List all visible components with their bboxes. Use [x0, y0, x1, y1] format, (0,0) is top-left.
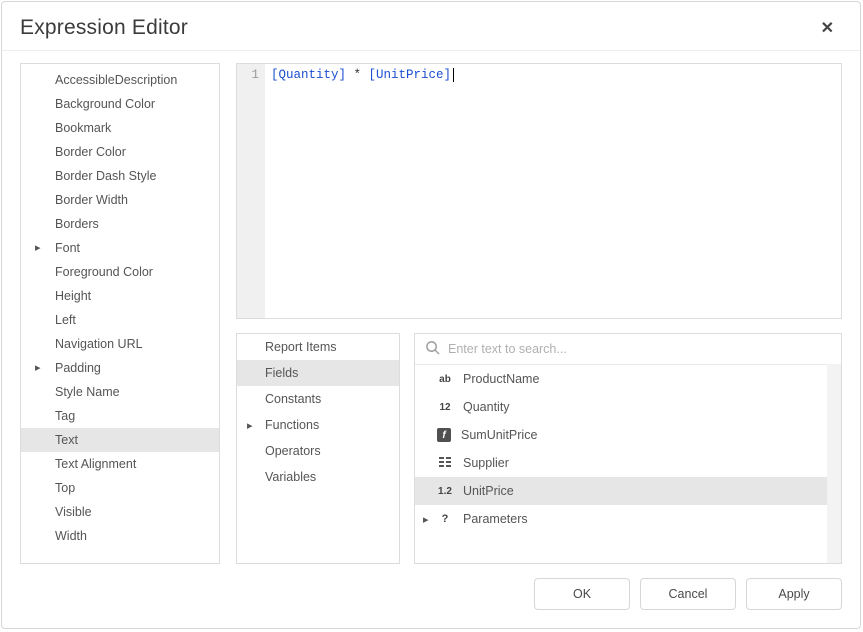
- expression-editor-dialog: Expression Editor ✕ AccessibleDescriptio…: [1, 1, 861, 629]
- property-item[interactable]: Border Color: [21, 140, 219, 164]
- property-item[interactable]: Border Width: [21, 188, 219, 212]
- category-item[interactable]: Variables: [237, 464, 399, 490]
- field-list[interactable]: ab ProductName 12 Quantity f SumUnitPrice Supp…: [415, 365, 841, 563]
- property-item[interactable]: Navigation URL: [21, 332, 219, 356]
- property-item[interactable]: Foreground Color: [21, 260, 219, 284]
- category-item[interactable]: Constants: [237, 386, 399, 412]
- field-label: Parameters: [463, 512, 528, 526]
- ok-button[interactable]: OK: [534, 578, 630, 610]
- property-item[interactable]: Height: [21, 284, 219, 308]
- field-label: Quantity: [463, 400, 510, 414]
- property-item[interactable]: Style Name: [21, 380, 219, 404]
- property-item[interactable]: Left: [21, 308, 219, 332]
- field-label: UnitPrice: [463, 484, 514, 498]
- field-item[interactable]: ? Parameters: [415, 505, 841, 533]
- scrollbar-track[interactable]: [827, 364, 841, 563]
- category-item[interactable]: Fields: [237, 360, 399, 386]
- property-item[interactable]: Background Color: [21, 92, 219, 116]
- code-area[interactable]: [Quantity] * [UnitPrice]: [265, 64, 841, 318]
- search-icon: [425, 340, 440, 358]
- token-field: [UnitPrice]: [369, 68, 452, 82]
- fields-panel: ab ProductName 12 Quantity f SumUnitPrice Supp…: [414, 333, 842, 564]
- dialog-title: Expression Editor: [20, 16, 188, 40]
- apply-button[interactable]: Apply: [746, 578, 842, 610]
- cancel-button[interactable]: Cancel: [640, 578, 736, 610]
- field-item[interactable]: Supplier: [415, 449, 841, 477]
- search-row: [415, 334, 841, 365]
- q-type-icon: ?: [437, 512, 453, 526]
- property-item[interactable]: Border Dash Style: [21, 164, 219, 188]
- property-item[interactable]: Text Alignment: [21, 452, 219, 476]
- property-item[interactable]: Top: [21, 476, 219, 500]
- expression-code-editor[interactable]: 1 [Quantity] * [UnitPrice]: [236, 63, 842, 319]
- dialog-body: AccessibleDescriptionBackground ColorBoo…: [2, 50, 860, 564]
- field-label: SumUnitPrice: [461, 428, 537, 442]
- field-item[interactable]: 12 Quantity: [415, 393, 841, 421]
- field-item[interactable]: ab ProductName: [415, 365, 841, 393]
- ab-type-icon: ab: [437, 372, 453, 386]
- field-item[interactable]: f SumUnitPrice: [415, 421, 841, 449]
- search-input[interactable]: [448, 338, 831, 360]
- close-button[interactable]: ✕: [813, 14, 842, 42]
- field-label: ProductName: [463, 372, 539, 386]
- property-list-panel[interactable]: AccessibleDescriptionBackground ColorBoo…: [20, 63, 220, 564]
- category-panel[interactable]: Report ItemsFieldsConstantsFunctionsOper…: [236, 333, 400, 564]
- text-caret: [453, 68, 454, 82]
- property-item[interactable]: Padding: [21, 356, 219, 380]
- d12-type-icon: 1.2: [437, 484, 453, 498]
- token-operator: *: [346, 68, 369, 82]
- i12-type-icon: 12: [437, 400, 453, 414]
- category-item[interactable]: Operators: [237, 438, 399, 464]
- f-type-icon: f: [437, 428, 451, 442]
- right-area: 1 [Quantity] * [UnitPrice] Report ItemsF…: [236, 63, 842, 564]
- field-item[interactable]: 1.2 UnitPrice: [415, 477, 841, 505]
- token-field: [Quantity]: [271, 68, 346, 82]
- property-item[interactable]: Borders: [21, 212, 219, 236]
- property-item[interactable]: Visible: [21, 500, 219, 524]
- field-label: Supplier: [463, 456, 509, 470]
- line-number: 1: [237, 68, 259, 82]
- property-item[interactable]: Text: [21, 428, 219, 452]
- property-item[interactable]: Tag: [21, 404, 219, 428]
- property-item[interactable]: Font: [21, 236, 219, 260]
- property-item[interactable]: Width: [21, 524, 219, 548]
- dialog-header: Expression Editor ✕: [2, 2, 860, 50]
- property-item[interactable]: Bookmark: [21, 116, 219, 140]
- picker-row: Report ItemsFieldsConstantsFunctionsOper…: [236, 333, 842, 564]
- property-item[interactable]: AccessibleDescription: [21, 68, 219, 92]
- grid-type-icon: [437, 456, 453, 470]
- dialog-footer: OK Cancel Apply: [2, 564, 860, 628]
- category-item[interactable]: Functions: [237, 412, 399, 438]
- category-item[interactable]: Report Items: [237, 334, 399, 360]
- line-number-gutter: 1: [237, 64, 265, 318]
